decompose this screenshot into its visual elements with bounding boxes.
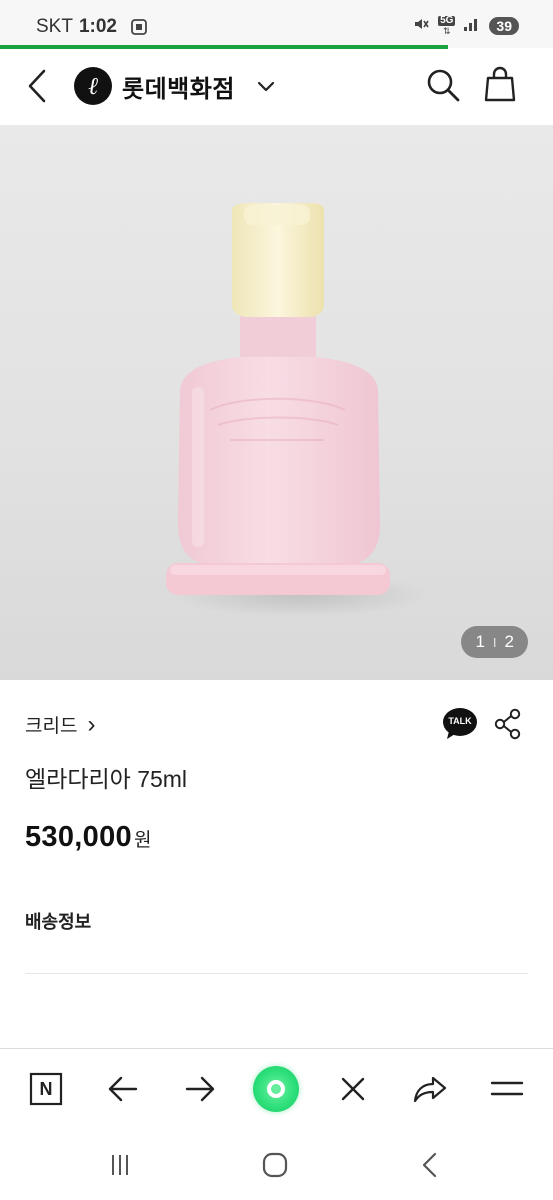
browser-forward-button[interactable]: [178, 1067, 222, 1111]
image-counter: 1 I 2: [461, 626, 528, 658]
chevron-right-icon: ›: [87, 710, 96, 738]
kakao-talk-button[interactable]: TALK: [441, 707, 479, 741]
back-chevron-icon: [422, 1152, 437, 1178]
naver-home-button[interactable]: N: [24, 1067, 68, 1111]
browser-back-button[interactable]: [101, 1067, 145, 1111]
product-name: 엘라다리아 75ml: [25, 766, 188, 792]
lotte-logo-icon: ℓ: [74, 67, 112, 105]
status-time: 1:02: [78, 16, 117, 37]
system-navigation-bar: [0, 1128, 553, 1200]
signal-icon: [463, 16, 481, 35]
brand-selector[interactable]: ℓ 롯데백화점: [74, 67, 277, 105]
shopping-bag-button[interactable]: [481, 64, 519, 104]
home-icon: [262, 1152, 288, 1178]
menu-icon: [490, 1081, 524, 1096]
price-currency: 원: [133, 830, 152, 851]
green-dot-button[interactable]: [253, 1066, 299, 1112]
chevron-down-icon: [257, 81, 275, 92]
divider: [25, 973, 528, 974]
share-icon: [494, 708, 521, 740]
share-button[interactable]: [493, 708, 523, 740]
home-button[interactable]: [255, 1148, 295, 1182]
product-brand-name: 크리드: [25, 716, 78, 737]
back-arrow-icon: [28, 69, 46, 103]
product-image-gallery[interactable]: 1 I 2: [0, 125, 553, 680]
product-brand-link[interactable]: 크리드 ›: [25, 711, 95, 738]
app-header: ℓ 롯데백화점: [0, 49, 553, 125]
close-icon: [341, 1077, 365, 1101]
share-arrow-icon: [413, 1076, 447, 1103]
browser-toolbar: N: [0, 1048, 553, 1128]
search-icon: [427, 69, 460, 102]
browser-share-button[interactable]: [408, 1067, 452, 1111]
close-tab-button[interactable]: [331, 1067, 375, 1111]
recent-apps-icon: [112, 1155, 128, 1175]
arrow-right-icon: [185, 1076, 215, 1102]
screenshot-icon: [129, 17, 149, 37]
shipping-info-label[interactable]: 배송정보: [25, 908, 91, 934]
perfume-bottle-image: [166, 203, 430, 617]
back-button[interactable]: [22, 65, 56, 107]
price-value: 530,000: [25, 821, 132, 853]
battery-indicator: 39: [489, 16, 519, 35]
status-bar: SKT 1:02 5G ⇅ 39: [0, 0, 553, 49]
arrow-left-icon: [108, 1076, 138, 1102]
shopping-bag-icon: [484, 66, 516, 102]
system-back-button[interactable]: [410, 1148, 450, 1182]
carrier-label: SKT: [36, 16, 73, 37]
browser-menu-button[interactable]: [485, 1067, 529, 1111]
mute-icon: [412, 15, 430, 36]
brand-title: 롯데백화점: [122, 75, 235, 103]
network-5g-icon: 5G ⇅: [438, 14, 456, 36]
green-dot-icon: [267, 1080, 285, 1098]
search-button[interactable]: [424, 66, 462, 104]
recent-apps-button[interactable]: [100, 1148, 140, 1182]
product-price: 530,000 원: [25, 821, 151, 854]
